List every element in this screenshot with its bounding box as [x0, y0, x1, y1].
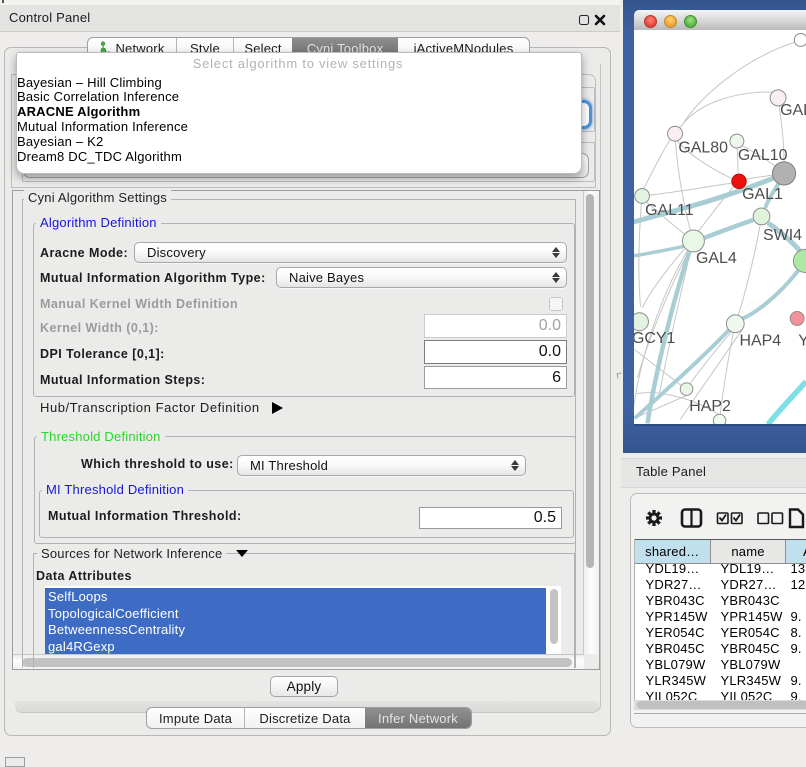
svg-text:SWI4: SWI4 — [763, 227, 802, 244]
svg-text:GAL10: GAL10 — [738, 147, 788, 164]
svg-text:GCY1: GCY1 — [634, 330, 676, 347]
svg-text:GAL4: GAL4 — [696, 250, 737, 267]
svg-text:Y: Y — [798, 333, 806, 350]
svg-text:GAL80: GAL80 — [678, 140, 728, 157]
svg-text:GAL11: GAL11 — [645, 202, 694, 219]
svg-text:HAP2: HAP2 — [689, 398, 731, 415]
svg-text:GAL2: GAL2 — [780, 102, 806, 119]
svg-text:HAP4: HAP4 — [739, 333, 781, 350]
svg-text:GAL1: GAL1 — [742, 186, 783, 203]
